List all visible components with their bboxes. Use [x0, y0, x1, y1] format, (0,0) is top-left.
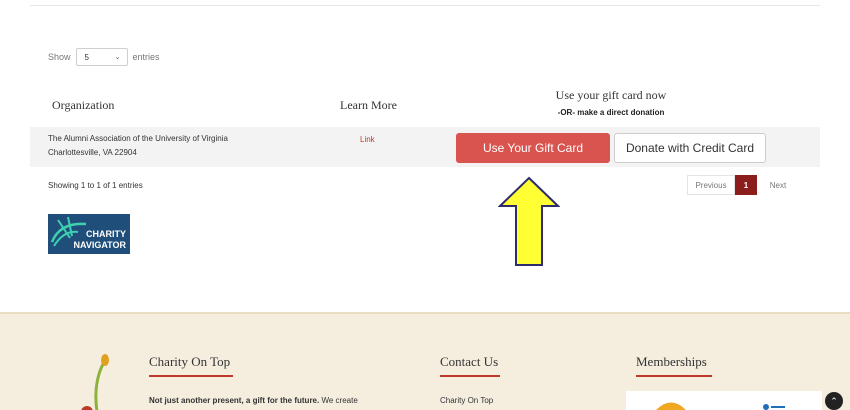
pagination-next[interactable]: Next: [757, 175, 799, 195]
footer-underline: [636, 375, 712, 377]
org-name: The Alumni Association of the University…: [48, 134, 228, 143]
chevron-down-icon: ⌄: [114, 54, 121, 61]
footer-tagline-bold: Not just another present, a gift for the…: [149, 396, 320, 405]
header-or-donate: -OR- make a direct donation: [557, 108, 665, 117]
donate-credit-card-button[interactable]: Donate with Credit Card: [614, 133, 766, 163]
footer-heading-charity: Charity On Top: [149, 354, 231, 369]
show-label: Show: [48, 52, 71, 62]
footer-heading-memberships: Memberships: [636, 354, 707, 369]
charity-navigator-logo[interactable]: CHARITY NAVIGATOR: [48, 214, 130, 254]
learn-more-link[interactable]: Link: [360, 135, 375, 144]
charity-navigator-line2: NAVIGATOR: [73, 240, 126, 250]
header-gift-card: Use your gift card now: [555, 88, 667, 102]
pagination-previous[interactable]: Previous: [687, 175, 735, 195]
show-entries-control: Show 5 ⌄ entries: [48, 48, 160, 66]
top-divider: [30, 5, 820, 6]
footer-tagline: Not just another present, a gift for the…: [149, 396, 358, 405]
table-info: Showing 1 to 1 of 1 entries: [48, 181, 143, 190]
org-address: Charlottesville, VA 22904: [48, 148, 137, 157]
footer-heading-contact: Contact Us: [440, 354, 499, 369]
entries-select[interactable]: 5 ⌄: [75, 48, 128, 66]
scroll-to-top-button[interactable]: ⌃: [825, 392, 843, 410]
footer-tagline-rest: We create: [319, 396, 358, 405]
chevron-up-icon: ⌃: [830, 395, 838, 406]
charity-navigator-line1: CHARITY: [86, 229, 126, 239]
header-organization[interactable]: Organization: [52, 98, 114, 113]
membership-logos-icon: [656, 402, 785, 410]
entries-label: entries: [132, 52, 160, 62]
pagination: Previous 1 Next: [687, 175, 799, 195]
up-arrow-annotation-icon: [498, 176, 560, 266]
footer-underline: [149, 375, 233, 377]
footer-underline: [440, 375, 500, 377]
footer-contact-name[interactable]: Charity On Top: [440, 396, 493, 405]
use-gift-card-button[interactable]: Use Your Gift Card: [456, 133, 610, 163]
pagination-page-1[interactable]: 1: [735, 175, 757, 195]
membership-badges: [626, 391, 822, 410]
header-learn-more[interactable]: Learn More: [340, 98, 397, 113]
flower-sprout-icon: [81, 354, 109, 410]
entries-select-value: 5: [84, 52, 89, 62]
